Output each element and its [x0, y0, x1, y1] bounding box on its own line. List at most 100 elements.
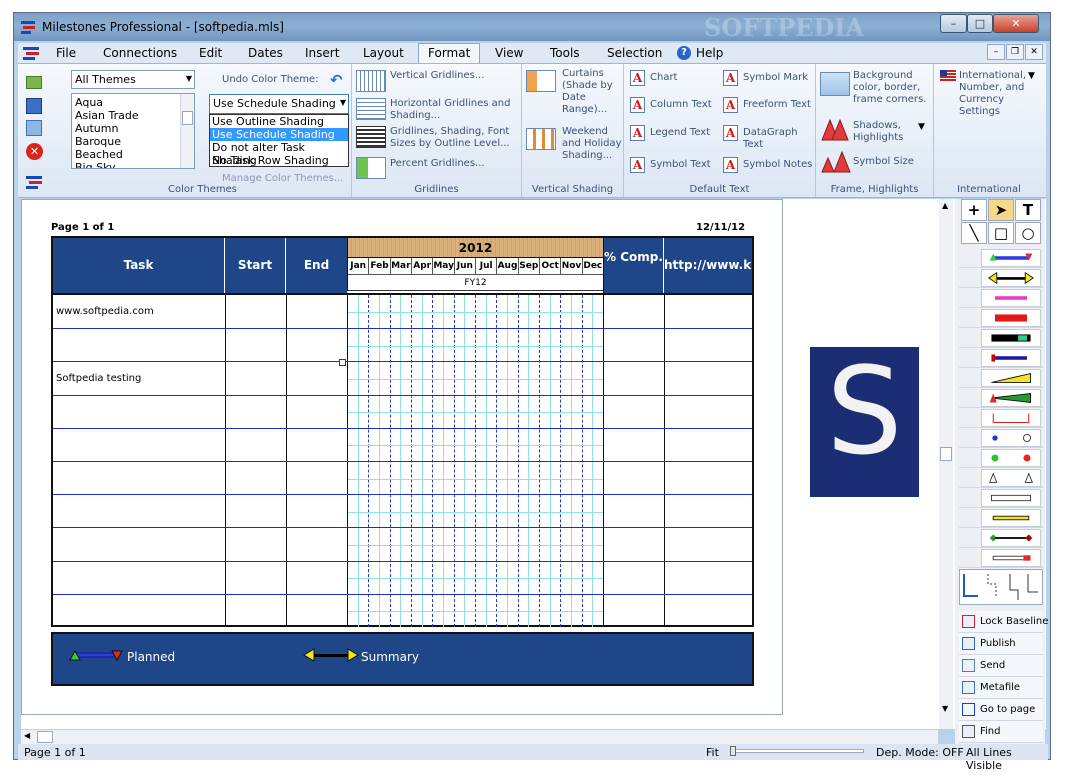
palette-action-label[interactable]: Go to page — [980, 704, 1035, 715]
theme-list-item[interactable]: Asian Trade — [75, 109, 191, 122]
selection-handle[interactable] — [339, 359, 346, 366]
status-dep-mode[interactable]: Dep. Mode: OFF — [876, 746, 964, 759]
table-row[interactable]: www.softpedia.com — [53, 295, 752, 328]
palette-action[interactable]: Metafile — [959, 677, 1043, 699]
symbol-add-icon[interactable] — [961, 532, 971, 544]
symbol-preview-icon[interactable] — [981, 349, 1041, 367]
symbol-preview-icon[interactable] — [981, 449, 1041, 467]
symbol-row[interactable] — [959, 548, 1043, 568]
symbol-preview-icon[interactable] — [981, 369, 1041, 387]
shadows-highlights-button[interactable]: Shadows, Highlights — [853, 120, 905, 144]
percent-complete-header[interactable]: % Comp. — [603, 238, 664, 293]
palette-tool-1[interactable]: ➤ — [988, 199, 1014, 221]
palette-action-label[interactable]: Send — [980, 660, 1005, 671]
palette-action-label[interactable]: Publish — [980, 638, 1016, 649]
shading-option[interactable]: Use Outline Shading — [210, 115, 348, 128]
chevron-down-icon[interactable]: ▼ — [918, 122, 925, 132]
delete-icon[interactable]: ✕ — [26, 143, 43, 160]
horizontal-scrollbar[interactable]: ◀ — [21, 730, 938, 744]
symbol-add-icon[interactable] — [961, 472, 971, 484]
theme-select[interactable]: All Themes ▼ — [71, 70, 195, 89]
title-bar[interactable]: Milestones Professional - [softpedia.mls… — [14, 13, 1050, 42]
table-row[interactable] — [53, 394, 752, 429]
symbol-row[interactable] — [959, 468, 1043, 488]
symbol-add-icon[interactable] — [961, 252, 971, 264]
palette-action[interactable]: Publish — [959, 633, 1043, 655]
weekend-shading-button[interactable]: Weekend and Holiday Shading... — [562, 126, 624, 162]
symbol-add-icon[interactable] — [961, 552, 971, 564]
palette-tool-0[interactable]: + — [961, 199, 987, 221]
end-column-header[interactable]: End — [286, 238, 347, 293]
symbol-mark-button[interactable]: Symbol Mark — [743, 72, 808, 84]
menu-dates[interactable]: Dates — [248, 46, 283, 60]
theme-list-item[interactable]: Aqua — [75, 96, 191, 109]
palette-tool-3[interactable]: ╲ — [961, 222, 987, 244]
symbol-row[interactable] — [959, 248, 1043, 268]
open-icon[interactable] — [26, 76, 42, 89]
task-name-cell[interactable] — [56, 396, 224, 429]
theme-list-item[interactable]: Big Sky — [75, 161, 191, 168]
palette-tool-5[interactable]: ○ — [1015, 222, 1041, 244]
horizontal-gridlines-button[interactable]: Horizontal Gridlines and Shading... — [390, 98, 520, 122]
menu-selection[interactable]: Selection — [607, 46, 662, 60]
symbol-row[interactable] — [959, 388, 1043, 408]
menu-help[interactable]: Help — [696, 46, 723, 60]
symbol-preview-icon[interactable] — [981, 549, 1041, 567]
symbol-add-icon[interactable] — [961, 292, 971, 304]
theme-list-item[interactable]: Baroque — [75, 135, 191, 148]
symbol-add-icon[interactable] — [961, 512, 971, 524]
task-name-cell[interactable] — [56, 429, 224, 462]
symbol-add-icon[interactable] — [961, 312, 971, 324]
symbol-row[interactable] — [959, 428, 1043, 448]
symbol-size-button[interactable]: Symbol Size — [853, 156, 914, 168]
table-row[interactable] — [53, 527, 752, 560]
symbol-preview-icon[interactable] — [981, 329, 1041, 347]
theme-list-item[interactable]: Autumn — [75, 122, 191, 135]
symbol-preview-icon[interactable] — [981, 409, 1041, 427]
symbol-preview-icon[interactable] — [981, 509, 1041, 527]
menu-format[interactable]: Format — [418, 43, 481, 64]
theme-list-item[interactable]: Beached — [75, 148, 191, 161]
table-row[interactable] — [53, 461, 752, 494]
table-row[interactable] — [53, 560, 752, 595]
symbol-row[interactable] — [959, 488, 1043, 508]
shading-option[interactable]: Use Schedule Shading — [210, 128, 348, 141]
task-name-cell[interactable]: www.softpedia.com — [56, 295, 224, 328]
symbol-row[interactable] — [959, 508, 1043, 528]
palette-action[interactable]: Lock Baseline — [959, 611, 1048, 633]
datagraph-text-button[interactable]: DataGraph Text — [743, 127, 815, 151]
scroll-down-icon[interactable]: ▼ — [942, 704, 948, 713]
symbol-row[interactable] — [959, 268, 1043, 288]
undo-icon[interactable]: ↶ — [330, 71, 343, 89]
theme-list[interactable]: Aqua Asian Trade Autumn Baroque Beached Big S… — [71, 93, 195, 169]
task-name-cell[interactable] — [56, 329, 224, 362]
start-column-header[interactable]: Start — [225, 238, 286, 293]
table-row[interactable] — [53, 494, 752, 527]
symbol-add-icon[interactable] — [961, 452, 971, 464]
palette-action[interactable]: Find — [959, 721, 1043, 743]
table-row[interactable] — [53, 593, 752, 627]
symbol-preview-icon[interactable] — [981, 469, 1041, 487]
menu-edit[interactable]: Edit — [199, 46, 222, 60]
task-name-cell[interactable] — [56, 562, 224, 595]
vertical-gridlines-button[interactable]: Vertical Gridlines... — [390, 70, 520, 82]
maximize-button[interactable]: □ — [967, 14, 993, 33]
print-icon[interactable] — [26, 120, 42, 136]
mdi-restore-button[interactable]: ❐ — [1006, 44, 1024, 60]
shading-option[interactable]: No Task Row Shading — [210, 154, 348, 167]
legend-text-button[interactable]: Legend Text — [650, 127, 710, 139]
scroll-up-icon[interactable]: ▲ — [942, 201, 948, 210]
background-frame-button[interactable]: Background color, border, frame corners. — [853, 70, 931, 106]
symbol-text-button[interactable]: Symbol Text — [650, 159, 711, 171]
symbol-add-icon[interactable] — [961, 272, 971, 284]
symbol-preview-icon[interactable] — [981, 489, 1041, 507]
chevron-down-icon[interactable]: ▼ — [1028, 71, 1035, 81]
palette-action[interactable]: Go to page — [959, 699, 1043, 721]
hscroll-thumb[interactable] — [37, 731, 53, 743]
symbol-add-icon[interactable] — [961, 352, 971, 364]
symbol-row[interactable] — [959, 448, 1043, 468]
chart-text-button[interactable]: Chart — [650, 72, 677, 84]
scroll-left-icon[interactable]: ◀ — [24, 731, 30, 740]
symbol-add-icon[interactable] — [961, 372, 971, 384]
symbol-preview-icon[interactable] — [981, 289, 1041, 307]
